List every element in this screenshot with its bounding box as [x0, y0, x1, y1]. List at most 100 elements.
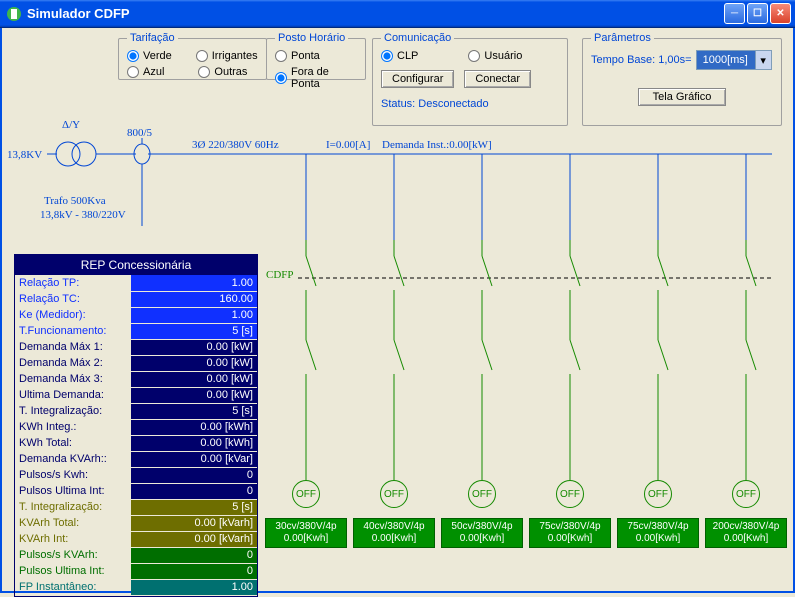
- rep-row-label: KWh Integ.:: [15, 419, 131, 435]
- load-line1: 50cv/380V/4p: [451, 521, 512, 533]
- load-line1: 75cv/380V/4p: [539, 521, 600, 533]
- titlebar: Simulador CDFP ─ ☐ ✕: [0, 0, 795, 28]
- load-line2: 0.00[Kwh]: [372, 533, 416, 545]
- rep-row: T. Integralização:5 [s]: [15, 499, 257, 515]
- load-line2: 0.00[Kwh]: [548, 533, 592, 545]
- minimize-button[interactable]: ─: [724, 3, 745, 24]
- rep-row-label: Demanda KVArh::: [15, 451, 131, 467]
- load-line1: 75cv/380V/4p: [627, 521, 688, 533]
- trafo-line1: Trafo 500Kva: [44, 195, 106, 207]
- rep-row: Pulsos/s Kwh:0: [15, 467, 257, 483]
- demanda-label: Demanda Inst.:0.00[kW]: [382, 139, 492, 151]
- load-box: 75cv/380V/4p0.00[Kwh]: [529, 518, 611, 548]
- maximize-button[interactable]: ☐: [747, 3, 768, 24]
- off-badge[interactable]: OFF: [644, 480, 672, 508]
- rep-panel: REP Concessionária Relação TP:1.00Relaçã…: [14, 254, 258, 597]
- rep-row-label: T.Funcionamento:: [15, 323, 131, 339]
- delta-y-label: Δ/Y: [62, 119, 80, 131]
- rep-row: Relação TC:160.00: [15, 291, 257, 307]
- rep-row: Demanda Máx 1:0.00 [kW]: [15, 339, 257, 355]
- rep-row: Demanda KVArh::0.00 [kVar]: [15, 451, 257, 467]
- rep-row-value: 0: [131, 563, 257, 579]
- load-box: 40cv/380V/4p0.00[Kwh]: [353, 518, 435, 548]
- three-phase-label: 3Ø 220/380V 60Hz: [192, 139, 279, 151]
- rep-row-value: 0: [131, 483, 257, 499]
- rep-row-value: 0.00 [kW]: [131, 355, 257, 371]
- rep-row-label: Demanda Máx 1:: [15, 339, 131, 355]
- off-badge[interactable]: OFF: [292, 480, 320, 508]
- rep-row-value: 0.00 [kW]: [131, 339, 257, 355]
- rep-row-label: Pulsos Ultima Int:: [15, 563, 131, 579]
- rep-row-label: Ultima Demanda:: [15, 387, 131, 403]
- rep-row-label: Demanda Máx 3:: [15, 371, 131, 387]
- rep-row-label: Pulsos/s Kwh:: [15, 467, 131, 483]
- app-icon: [6, 6, 22, 22]
- trafo-line2: 13,8kV - 380/220V: [40, 209, 126, 221]
- rep-row-value: 0.00 [kWh]: [131, 419, 257, 435]
- rep-row: KVArh Int:0.00 [kVarh]: [15, 531, 257, 547]
- load-line1: 200cv/380V/4p: [713, 521, 780, 533]
- rep-row: Pulsos Ultima Int:0: [15, 483, 257, 499]
- close-button[interactable]: ✕: [770, 3, 791, 24]
- rep-row-value: 5 [s]: [131, 323, 257, 339]
- rep-row-label: Ke (Medidor):: [15, 307, 131, 323]
- rep-row-value: 0.00 [kVarh]: [131, 515, 257, 531]
- voltage-in-label: 13,8KV: [7, 149, 42, 161]
- rep-title: REP Concessionária: [15, 255, 257, 275]
- rep-row-label: T. Integralização:: [15, 499, 131, 515]
- off-badge[interactable]: OFF: [468, 480, 496, 508]
- load-line1: 40cv/380V/4p: [363, 521, 424, 533]
- off-badge[interactable]: OFF: [380, 480, 408, 508]
- rep-row-value: 1.00: [131, 275, 257, 291]
- load-line2: 0.00[Kwh]: [636, 533, 680, 545]
- rep-row-value: 0: [131, 467, 257, 483]
- rep-row-label: Relação TP:: [15, 275, 131, 291]
- rep-row-value: 0: [131, 547, 257, 563]
- rep-row: T. Integralização:5 [s]: [15, 403, 257, 419]
- load-box: 50cv/380V/4p0.00[Kwh]: [441, 518, 523, 548]
- rep-row-label: Pulsos Ultima Int:: [15, 483, 131, 499]
- rep-row-label: Demanda Máx 2:: [15, 355, 131, 371]
- rep-row: Demanda Máx 2:0.00 [kW]: [15, 355, 257, 371]
- rep-row: Pulsos Ultima Int:0: [15, 563, 257, 579]
- rep-row: KWh Integ.:0.00 [kWh]: [15, 419, 257, 435]
- rep-row: Relação TP:1.00: [15, 275, 257, 291]
- load-box: 200cv/380V/4p0.00[Kwh]: [705, 518, 787, 548]
- load-box: 75cv/380V/4p0.00[Kwh]: [617, 518, 699, 548]
- load-line1: 30cv/380V/4p: [275, 521, 336, 533]
- off-badge[interactable]: OFF: [732, 480, 760, 508]
- rep-row-value: 0.00 [kVar]: [131, 451, 257, 467]
- rep-row-value: 0.00 [kW]: [131, 371, 257, 387]
- current-label: I=0.00[A]: [326, 139, 370, 151]
- rep-row-label: KVArh Int:: [15, 531, 131, 547]
- rep-row-label: Pulsos/s KVArh:: [15, 547, 131, 563]
- rep-row-label: T. Integralização:: [15, 403, 131, 419]
- rep-row: KWh Total:0.00 [kWh]: [15, 435, 257, 451]
- rep-row-value: 0.00 [kW]: [131, 387, 257, 403]
- rep-table: Relação TP:1.00Relação TC:160.00Ke (Medi…: [15, 275, 257, 596]
- load-line2: 0.00[Kwh]: [460, 533, 504, 545]
- window-title: Simulador CDFP: [27, 6, 724, 21]
- load-line2: 0.00[Kwh]: [284, 533, 328, 545]
- rep-row: Demanda Máx 3:0.00 [kW]: [15, 371, 257, 387]
- rep-row-value: 5 [s]: [131, 499, 257, 515]
- rep-row: KVArh Total:0.00 [kVarh]: [15, 515, 257, 531]
- ct-ratio-label: 800/5: [127, 127, 153, 139]
- cdfp-label: CDFP: [266, 269, 294, 281]
- rep-row: T.Funcionamento:5 [s]: [15, 323, 257, 339]
- rep-row-value: 0.00 [kWh]: [131, 435, 257, 451]
- off-badge[interactable]: OFF: [556, 480, 584, 508]
- rep-row: Ultima Demanda:0.00 [kW]: [15, 387, 257, 403]
- rep-row-value: 5 [s]: [131, 403, 257, 419]
- rep-row-label: KWh Total:: [15, 435, 131, 451]
- rep-row-label: KVArh Total:: [15, 515, 131, 531]
- load-line2: 0.00[Kwh]: [724, 533, 768, 545]
- load-box: 30cv/380V/4p0.00[Kwh]: [265, 518, 347, 548]
- feeders: [306, 154, 756, 480]
- rep-row: Ke (Medidor):1.00: [15, 307, 257, 323]
- rep-row-value: 0.00 [kVarh]: [131, 531, 257, 547]
- rep-row-label: Relação TC:: [15, 291, 131, 307]
- rep-row-value: 160.00: [131, 291, 257, 307]
- rep-row: Pulsos/s KVArh:0: [15, 547, 257, 563]
- rep-row-value: 1.00: [131, 307, 257, 323]
